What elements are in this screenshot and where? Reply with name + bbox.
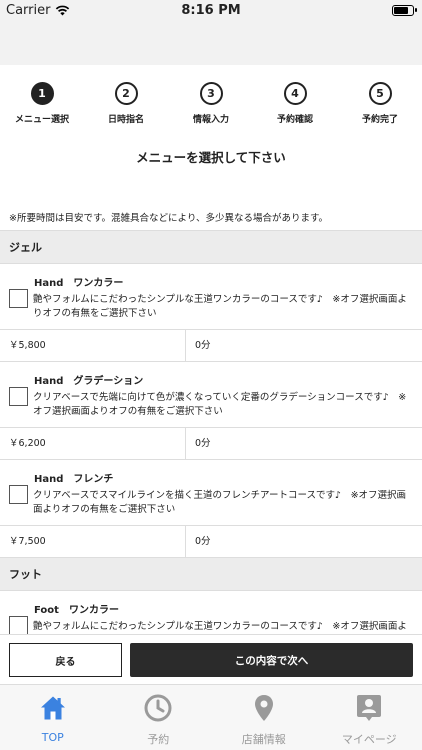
menu-item[interactable]: Hand フレンチ クリアベースでスマイルラインを描く王道のフレンチアートコース… xyxy=(0,460,422,526)
profile-card-icon xyxy=(357,695,382,721)
tab-label: 店舗情報 xyxy=(241,733,286,746)
duration-notice: ※所要時間は目安です。混雑具合などにより、多少異なる場合があります。 xyxy=(0,207,422,231)
menu-price: ￥5,800 xyxy=(0,330,186,361)
menu-item-description: 艶やフォルムにこだわったシンプルな王道ワンカラーのコースです♪ ※オフ選択画面よ… xyxy=(33,621,407,632)
menu-duration: 0分 xyxy=(195,438,211,449)
step-5: 5 予約完了 xyxy=(338,82,422,125)
clock-icon xyxy=(144,694,172,722)
tab-mypage[interactable]: マイページ xyxy=(317,685,422,750)
step-number: 1 xyxy=(30,82,54,105)
menu-price-row: ￥6,200 0分 xyxy=(0,428,422,460)
status-time: 8:16 PM xyxy=(181,3,241,18)
location-pin-icon xyxy=(254,695,273,721)
step-4: 4 予約確認 xyxy=(253,82,337,125)
menu-checkbox[interactable] xyxy=(9,387,28,406)
menu-item-title: Hand グラデーション xyxy=(34,376,144,387)
menu-price-row: ￥7,500 0分 xyxy=(0,526,422,558)
menu-checkbox[interactable] xyxy=(9,616,28,634)
back-button[interactable]: 戻る xyxy=(9,643,122,677)
menu-price: ￥6,200 xyxy=(0,428,186,459)
tab-bar: TOP 予約 店舗情報 マイページ xyxy=(0,684,422,750)
menu-checkbox[interactable] xyxy=(9,289,28,308)
tab-label: マイページ xyxy=(341,733,397,746)
menu-item[interactable]: Foot ワンカラー 艶やフォルムにこだわったシンプルな王道ワンカラーのコースで… xyxy=(0,591,422,634)
status-bar: Carrier 8:16 PM xyxy=(0,0,422,22)
next-button[interactable]: この内容で次へ xyxy=(130,643,413,677)
menu-item[interactable]: Hand ワンカラー 艶やフォルムにこだわったシンプルな王道ワンカラーのコースで… xyxy=(0,264,422,330)
step-number: 4 xyxy=(283,82,307,105)
step-number: 5 xyxy=(368,82,392,105)
menu-selection-content[interactable]: 1 メニュー選択 2 日時指名 3 情報入力 4 予約確認 5 予約完了 メニュ… xyxy=(0,65,422,634)
action-bar: 戻る この内容で次へ xyxy=(0,634,422,684)
menu-item[interactable]: Hand グラデーション クリアベースで先端に向けて色が濃くなっていく定番のグラ… xyxy=(0,362,422,428)
step-label: 予約完了 xyxy=(361,115,398,125)
navigation-bar xyxy=(0,22,422,65)
step-label: メニュー選択 xyxy=(14,115,69,125)
step-label: 予約確認 xyxy=(276,115,313,125)
page-title: メニューを選択して下さい xyxy=(136,150,286,165)
menu-item-description: クリアベースでスマイルラインを描く王道のフレンチアートコースです♪ ※オフ選択画… xyxy=(33,490,407,515)
tab-reservation[interactable]: 予約 xyxy=(106,685,212,750)
menu-price: ￥7,500 xyxy=(0,526,186,557)
section-header-gel: ジェル xyxy=(0,231,422,264)
home-icon xyxy=(40,696,65,720)
step-3: 3 情報入力 xyxy=(169,82,253,125)
battery-icon xyxy=(392,5,417,16)
tab-top[interactable]: TOP xyxy=(0,685,106,750)
menu-item-description: 艶やフォルムにこだわったシンプルな王道ワンカラーのコースです♪ ※オフ選択画面よ… xyxy=(33,294,407,319)
menu-item-title: Hand ワンカラー xyxy=(34,278,124,289)
menu-duration: 0分 xyxy=(195,536,211,547)
menu-item-title: Hand フレンチ xyxy=(34,474,114,485)
step-2: 2 日時指名 xyxy=(84,82,168,125)
step-number: 3 xyxy=(199,82,223,105)
progress-steps: 1 メニュー選択 2 日時指名 3 情報入力 4 予約確認 5 予約完了 xyxy=(0,65,422,135)
step-label: 情報入力 xyxy=(192,115,229,125)
menu-duration: 0分 xyxy=(195,340,211,351)
section-header-foot: フット xyxy=(0,558,422,591)
step-label: 日時指名 xyxy=(107,115,144,125)
menu-item-title: Foot ワンカラー xyxy=(34,605,119,616)
tab-label: TOP xyxy=(41,731,64,744)
tab-store-info[interactable]: 店舗情報 xyxy=(211,685,317,750)
step-1: 1 メニュー選択 xyxy=(0,82,84,125)
tab-label: 予約 xyxy=(147,733,170,746)
menu-price-row: ￥5,800 0分 xyxy=(0,330,422,362)
menu-item-description: クリアベースで先端に向けて色が濃くなっていく定番のグラデーションコースです♪ ※… xyxy=(33,392,407,417)
menu-checkbox[interactable] xyxy=(9,485,28,504)
step-number: 2 xyxy=(114,82,138,105)
